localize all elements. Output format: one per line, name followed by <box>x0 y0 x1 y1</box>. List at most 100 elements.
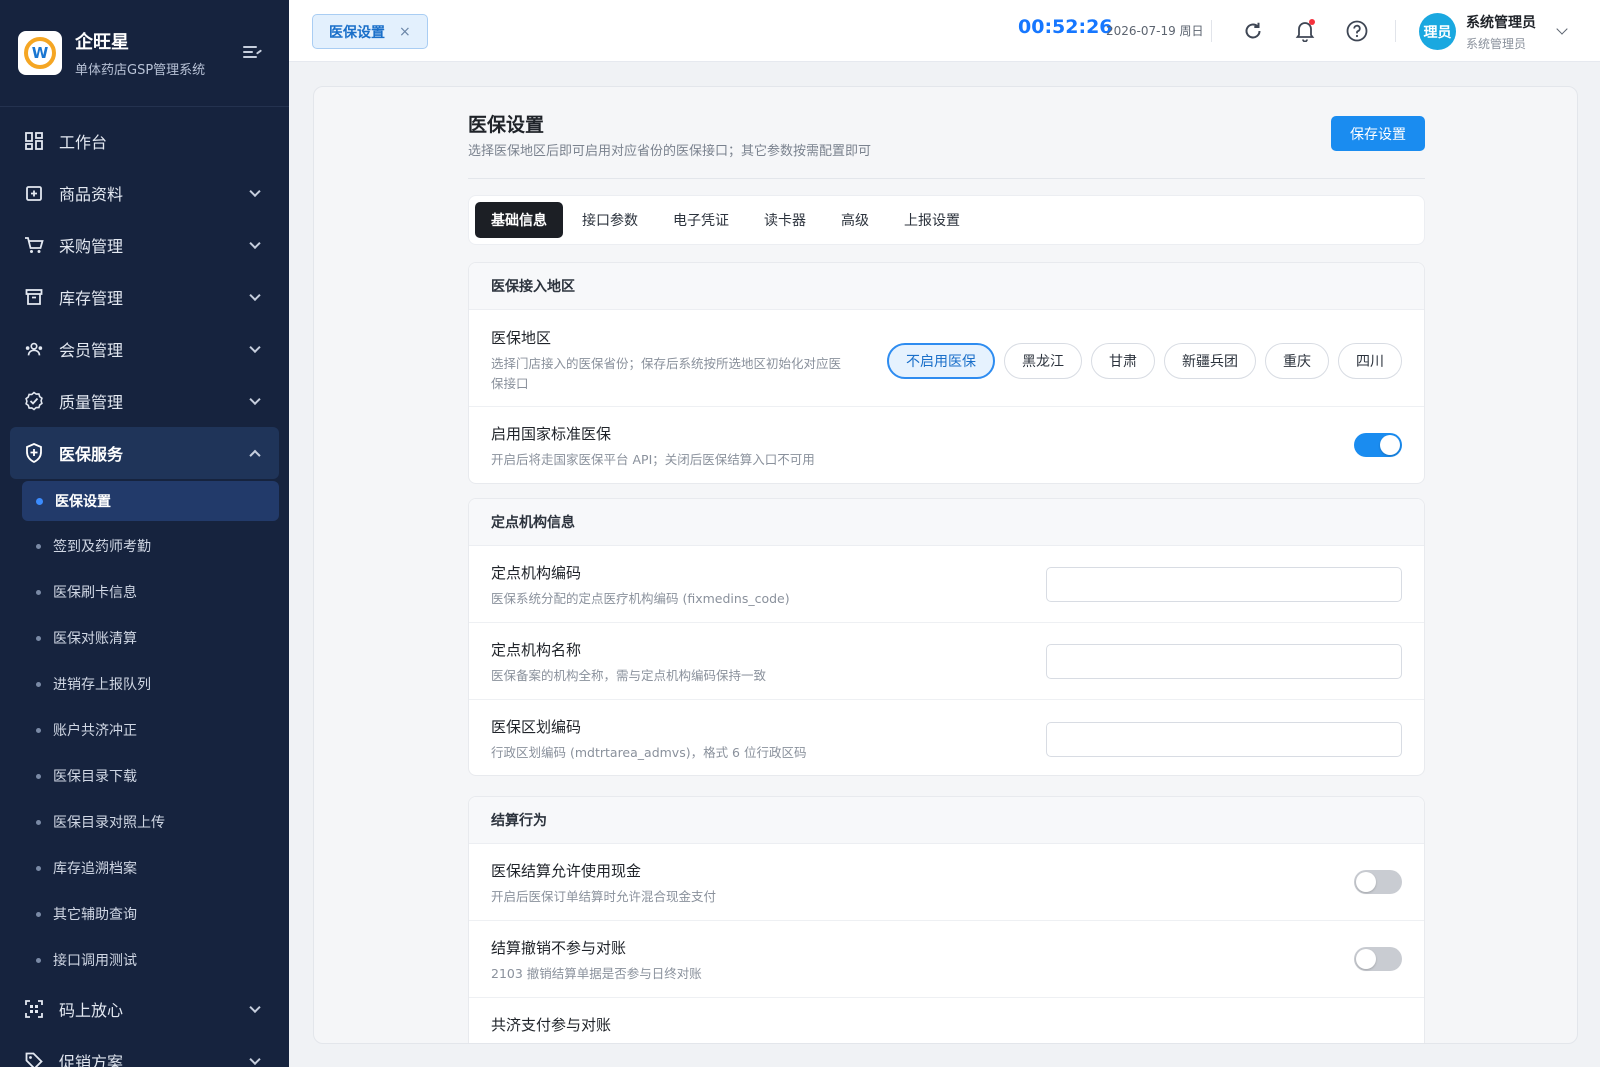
nav-item-workbench[interactable]: 工作台 <box>0 115 289 167</box>
region-selector: 不启用医保 黑龙江 甘肃 新疆兵团 重庆 四川 <box>878 343 1402 379</box>
dashboard-icon <box>24 131 44 151</box>
chevron-down-icon <box>249 1053 261 1066</box>
chevron-up-icon <box>249 449 261 462</box>
help-icon[interactable] <box>1344 18 1370 44</box>
nav-item-purchase[interactable]: 采购管理 <box>0 219 289 271</box>
user-name[interactable]: 系统管理员 <box>1466 12 1536 32</box>
subnav-api-test[interactable]: 接口调用测试 <box>0 937 289 983</box>
region-option-xinjiang-bingtuan[interactable]: 新疆兵团 <box>1164 343 1256 379</box>
subnav-upload-queue[interactable]: 进销存上报队列 <box>0 661 289 707</box>
region-option-chongqing[interactable]: 重庆 <box>1265 343 1329 379</box>
nav-item-promotion[interactable]: 促销方案 <box>0 1035 289 1067</box>
nav-label: 商品资料 <box>59 185 124 204</box>
nav-label: 质量管理 <box>59 393 124 412</box>
org-code-input[interactable] <box>1046 567 1402 602</box>
nav-item-products[interactable]: 商品资料 <box>0 167 289 219</box>
allow-cash-row: 医保结算允许使用现金 开启后医保订单结算时允许混合现金支付 <box>469 844 1424 921</box>
chevron-down-icon <box>249 341 261 354</box>
avatar[interactable]: 理员 <box>1419 13 1456 50</box>
subnav-label: 签到及药师考勤 <box>53 539 151 555</box>
nav-label: 工作台 <box>59 133 108 152</box>
national-insurance-row: 启用国家标准医保 开启后将走国家医保平台 API；关闭后医保结算入口不可用 <box>469 407 1424 483</box>
subnav-label: 医保刷卡信息 <box>53 585 137 601</box>
subnav-reconciliation[interactable]: 医保对账清算 <box>0 615 289 661</box>
field-label: 共济支付参与对账 <box>491 1016 612 1034</box>
settings-tabs: 基础信息 接口参数 电子凭证 读卡器 高级 上报设置 <box>468 195 1425 245</box>
tag-icon <box>24 1051 44 1067</box>
refresh-icon[interactable] <box>1240 18 1266 44</box>
page-title: 医保设置 <box>468 114 545 136</box>
divider <box>1211 20 1212 42</box>
medicine-box-icon <box>24 183 44 203</box>
nav-label: 码上放心 <box>59 1001 124 1020</box>
nav-item-quality[interactable]: 质量管理 <box>0 375 289 427</box>
content-panel: 医保设置 选择医保地区后即可启用对应省份的医保接口；其它参数按需配置即可 保存设… <box>313 86 1578 1044</box>
brand-subtitle: 单体药店GSP管理系统 <box>75 63 206 78</box>
allow-cash-toggle[interactable] <box>1354 870 1402 894</box>
subnav-label: 进销存上报队列 <box>53 677 151 693</box>
reversal-reconcile-toggle[interactable] <box>1354 947 1402 971</box>
brand-name: 企旺星 <box>75 32 129 53</box>
region-option-disabled[interactable]: 不启用医保 <box>887 343 995 379</box>
users-icon <box>24 339 44 359</box>
org-code-row: 定点机构编码 医保系统分配的定点医疗机构编码 (fixmedins_code) <box>469 546 1424 623</box>
card-title: 定点机构信息 <box>469 499 1424 546</box>
sidebar: W 企旺星 单体药店GSP管理系统 工作台 商品资料 采购管理 库存管理 会员管… <box>0 0 289 1067</box>
subnav-trace-archive[interactable]: 库存追溯档案 <box>0 845 289 891</box>
subnav-card-info[interactable]: 医保刷卡信息 <box>0 569 289 615</box>
divider <box>468 178 1425 179</box>
chevron-down-icon <box>249 237 261 250</box>
field-label: 结算撤销不参与对账 <box>491 939 627 957</box>
logo-mark: W <box>24 37 56 69</box>
mutual-aid-reconcile-row: 共济支付参与对账 <box>469 998 1424 1043</box>
nav-label: 促销方案 <box>59 1053 124 1067</box>
subnav-catalog-download[interactable]: 医保目录下载 <box>0 753 289 799</box>
subnav-insurance-settings[interactable]: 医保设置 <box>22 481 279 521</box>
close-icon[interactable]: × <box>399 24 411 40</box>
region-option-gansu[interactable]: 甘肃 <box>1091 343 1155 379</box>
subnav-other-queries[interactable]: 其它辅助查询 <box>0 891 289 937</box>
subnav-label: 医保目录对照上传 <box>53 815 165 831</box>
nav-item-insurance[interactable]: 医保服务 <box>10 427 279 479</box>
tab-e-voucher[interactable]: 电子凭证 <box>657 202 745 238</box>
region-card: 医保接入地区 医保地区 选择门店接入的医保省份；保存后系统按所选地区初始化对应医… <box>468 262 1425 484</box>
tab-report-settings[interactable]: 上报设置 <box>888 202 976 238</box>
nav-label: 会员管理 <box>59 341 124 360</box>
cart-icon <box>24 235 44 255</box>
nav-label: 库存管理 <box>59 289 124 308</box>
area-code-input[interactable] <box>1046 721 1402 757</box>
subnav-account-reversal[interactable]: 账户共济冲正 <box>0 707 289 753</box>
subnav-signin-attendance[interactable]: 签到及药师考勤 <box>0 523 289 569</box>
chevron-down-icon[interactable] <box>1556 23 1568 35</box>
tab-card-reader[interactable]: 读卡器 <box>748 202 822 238</box>
tab-advanced[interactable]: 高级 <box>825 202 885 238</box>
clock-time: 00:52:26 <box>1018 16 1113 38</box>
national-insurance-toggle[interactable] <box>1354 433 1402 457</box>
tab-interface-params[interactable]: 接口参数 <box>566 202 654 238</box>
nav-item-members[interactable]: 会员管理 <box>0 323 289 375</box>
region-option-heilongjiang[interactable]: 黑龙江 <box>1004 343 1082 379</box>
bell-icon[interactable] <box>1292 18 1318 44</box>
quality-badge-icon <box>24 391 44 411</box>
open-tab-insurance-settings[interactable]: 医保设置 × <box>312 14 428 49</box>
subnav-label: 医保设置 <box>55 494 111 510</box>
chevron-down-icon <box>249 393 261 406</box>
subnav-label: 其它辅助查询 <box>53 907 137 923</box>
subnav-label: 账户共济冲正 <box>53 723 137 739</box>
subnav-catalog-upload[interactable]: 医保目录对照上传 <box>0 799 289 845</box>
tab-basic-info[interactable]: 基础信息 <box>475 202 563 238</box>
brand: W 企旺星 单体药店GSP管理系统 <box>0 0 289 107</box>
card-title: 医保接入地区 <box>469 263 1424 310</box>
save-settings-button[interactable]: 保存设置 <box>1331 116 1425 151</box>
shield-icon <box>24 443 44 463</box>
open-tab-label: 医保设置 <box>329 24 385 41</box>
nav-item-inventory[interactable]: 库存管理 <box>0 271 289 323</box>
nav-item-trace-code[interactable]: 码上放心 <box>0 983 289 1035</box>
org-name-input[interactable] <box>1046 644 1402 679</box>
region-option-sichuan[interactable]: 四川 <box>1338 343 1402 379</box>
subnav-label: 库存追溯档案 <box>53 861 137 877</box>
collapse-menu-icon[interactable] <box>243 44 263 60</box>
field-label: 医保结算允许使用现金 <box>491 862 642 880</box>
subnav-label: 医保对账清算 <box>53 631 137 647</box>
nav-label: 医保服务 <box>59 445 124 464</box>
